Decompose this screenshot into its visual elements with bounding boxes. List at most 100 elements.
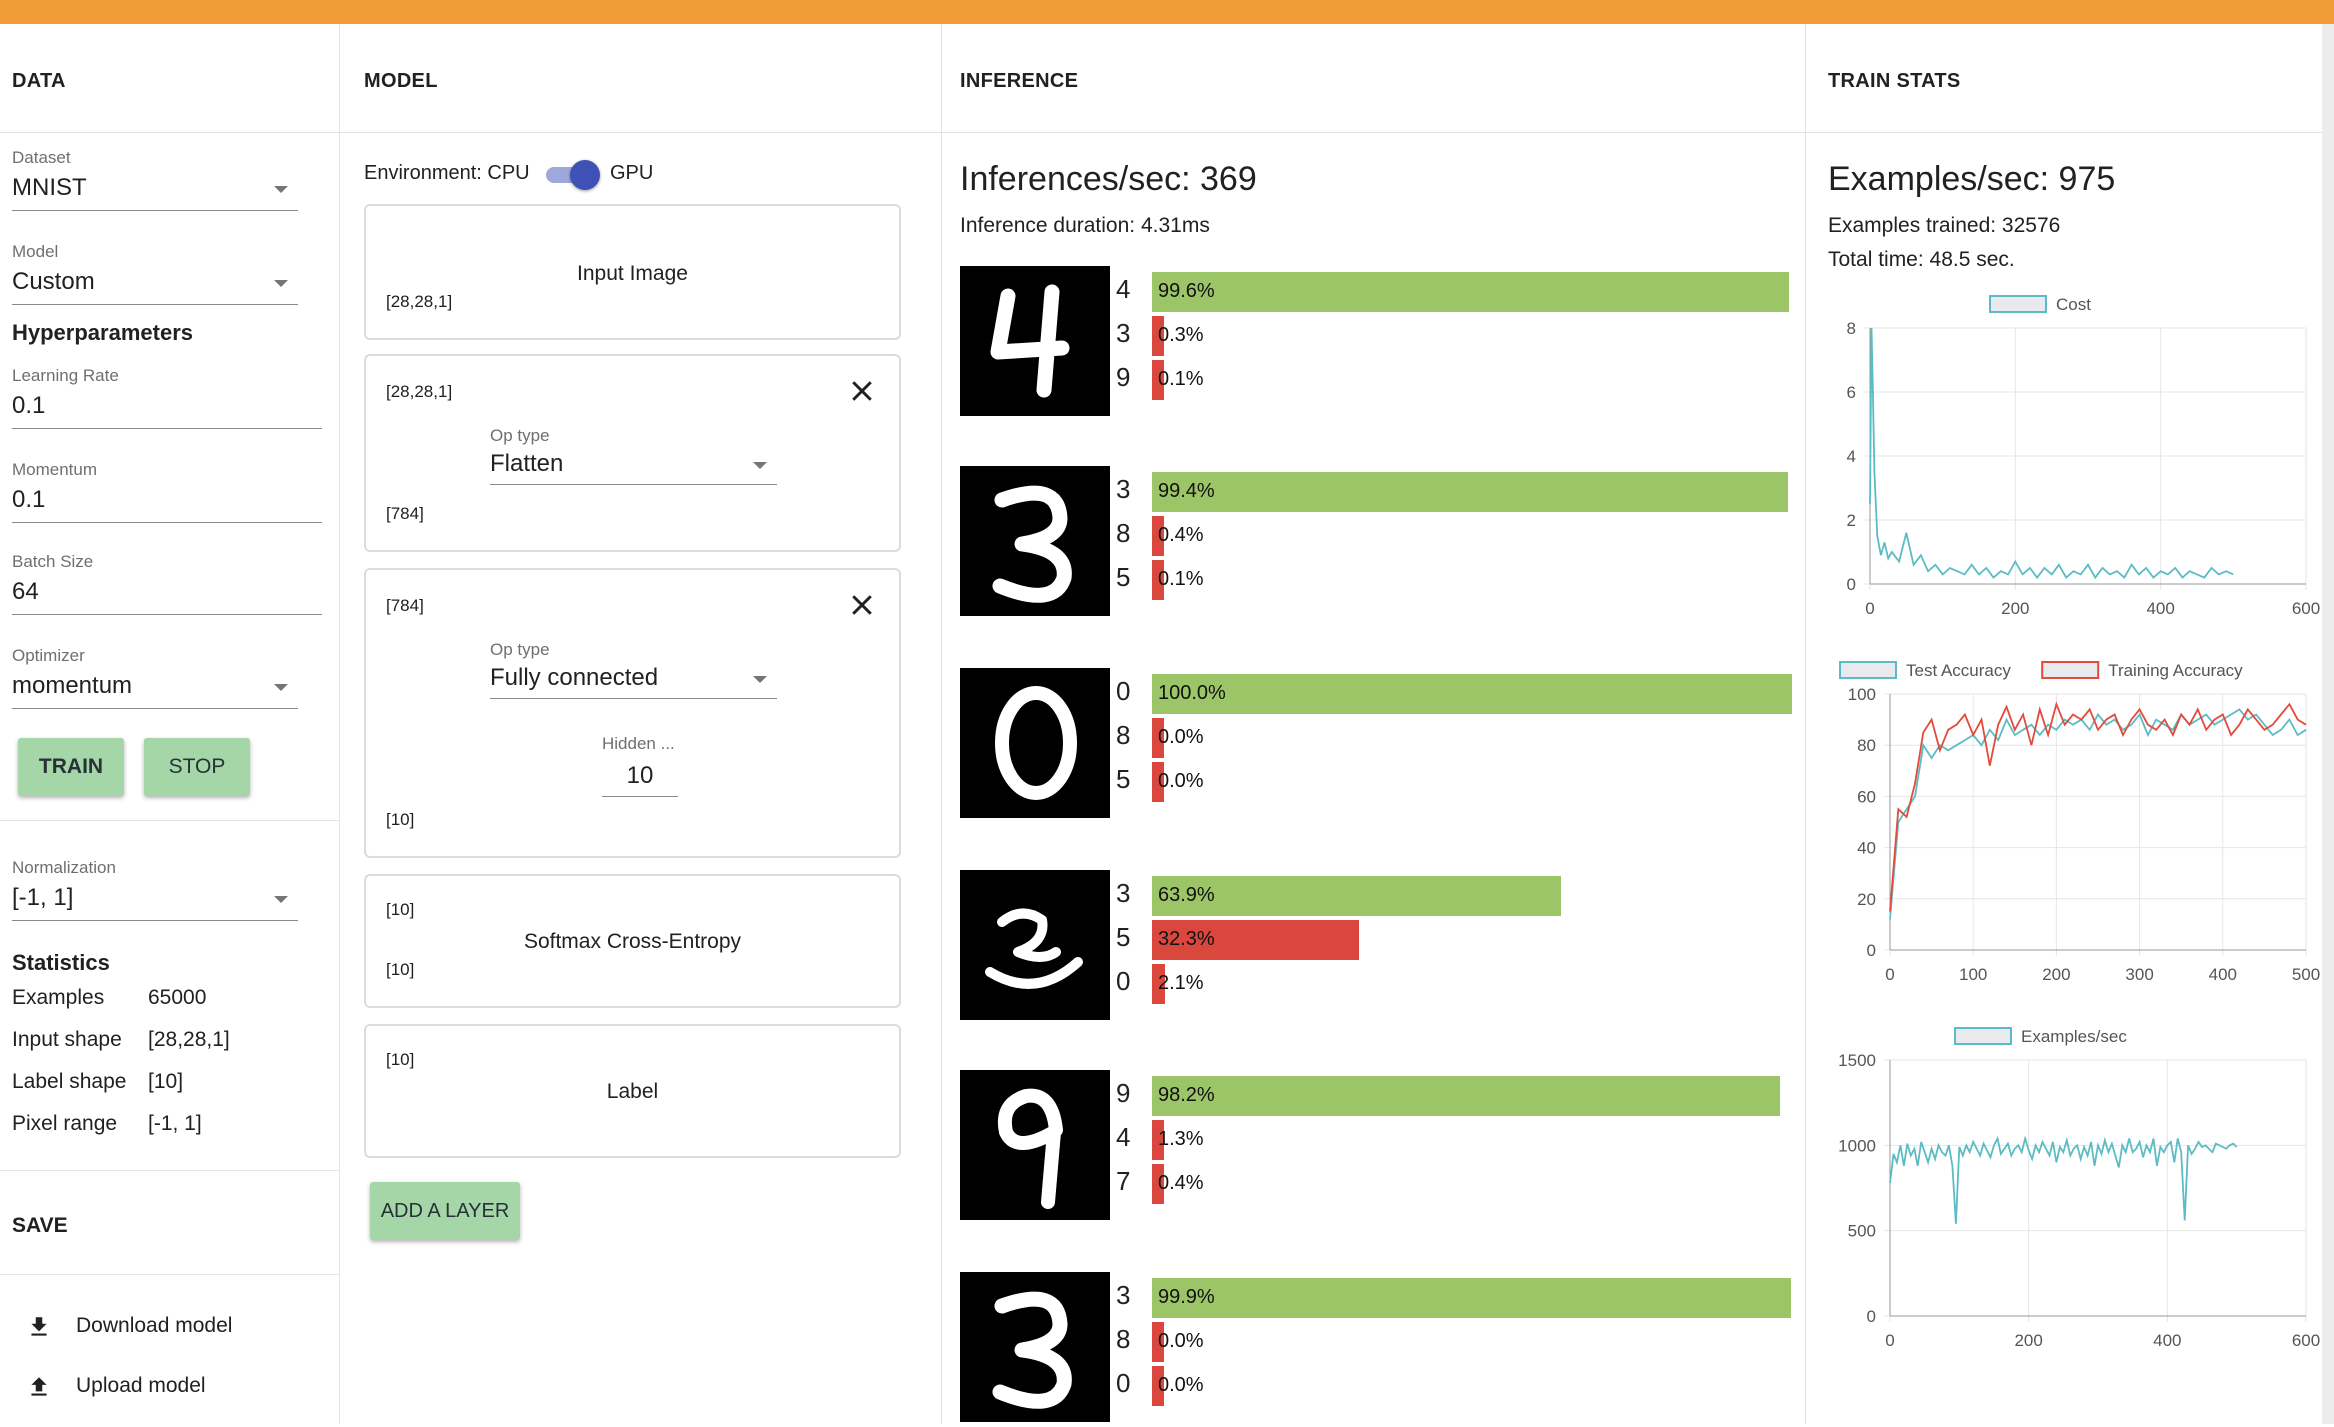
divider xyxy=(0,1274,339,1275)
add-layer-button[interactable]: ADD A LAYER xyxy=(370,1182,520,1240)
accuracy-chart: 0 100 200 300 400 500 0 20 40 60 80 100 Test Accurac… xyxy=(1839,661,2320,984)
prediction-label: 8 xyxy=(1116,720,1131,750)
probability-percent: 0.3% xyxy=(1158,324,1204,346)
x-tick-label: 400 xyxy=(2209,965,2237,984)
learning-rate-field[interactable]: Learning Rate 0.1 xyxy=(12,366,322,429)
stat-value: [-1, 1] xyxy=(148,1112,202,1135)
y-tick-label: 1000 xyxy=(1838,1136,1876,1155)
x-tick-label: 0 xyxy=(1885,1331,1894,1350)
x-tick-label: 100 xyxy=(1959,965,1987,984)
learning-rate-input[interactable]: 0.1 xyxy=(12,392,322,429)
stat-input-shape: Input shape [28,28,1] xyxy=(12,1028,230,1052)
model-title: MODEL xyxy=(364,70,438,92)
normalization-value[interactable]: [-1, 1] xyxy=(12,884,298,921)
y-tick-label: 8 xyxy=(1847,319,1856,338)
upload-icon xyxy=(31,1377,47,1396)
y-tick-label: 0 xyxy=(1867,1307,1876,1326)
dataset-value[interactable]: MNIST xyxy=(12,174,298,211)
stop-button[interactable]: STOP xyxy=(144,738,250,796)
digit-image xyxy=(960,870,1110,1020)
optimizer-select[interactable]: Optimizer momentum xyxy=(12,646,298,709)
series-line xyxy=(1889,701,2307,912)
momentum-input[interactable]: 0.1 xyxy=(12,486,322,523)
legend-swatch xyxy=(1954,1027,2012,1045)
learning-rate-label: Learning Rate xyxy=(12,366,119,385)
op-type-label: Op type xyxy=(490,640,550,659)
op-type-select[interactable]: Op type Flatten xyxy=(490,426,777,485)
close-icon[interactable] xyxy=(847,376,877,406)
legend-label: Cost xyxy=(2056,295,2091,314)
prediction-label: 8 xyxy=(1116,1324,1131,1354)
train-button[interactable]: TRAIN xyxy=(18,738,124,796)
y-tick-label: 0 xyxy=(1867,941,1876,960)
y-tick-label: 100 xyxy=(1848,685,1876,704)
download-model-button[interactable]: Download model xyxy=(26,1314,232,1346)
digit-image xyxy=(960,266,1110,416)
momentum-field[interactable]: Momentum 0.1 xyxy=(12,460,322,523)
examples-per-sec: Examples/sec: 975 xyxy=(1828,160,2116,198)
train-stats-header: TRAIN STATS xyxy=(1806,24,2322,133)
dataset-select[interactable]: Dataset MNIST xyxy=(12,148,298,211)
y-tick-label: 20 xyxy=(1857,890,1876,909)
hyperparameters-title: Hyperparameters xyxy=(12,320,193,345)
probability-percent: 0.1% xyxy=(1158,368,1204,390)
gpu-toggle[interactable] xyxy=(544,160,600,190)
model-select[interactable]: Model Custom xyxy=(12,242,298,305)
probability-bar xyxy=(1152,674,1792,714)
chevron-down-icon xyxy=(274,186,288,193)
upload-model-button[interactable]: Upload model xyxy=(26,1374,206,1406)
card-title: Softmax Cross-Entropy xyxy=(523,930,742,953)
toggle-thumb xyxy=(570,160,600,190)
probability-percent: 0.4% xyxy=(1158,524,1204,546)
save-title: SAVE xyxy=(12,1214,68,1237)
prediction-label: 9 xyxy=(1116,1078,1131,1108)
optimizer-value[interactable]: momentum xyxy=(12,672,298,709)
stat-value: [28,28,1] xyxy=(148,1028,230,1051)
probability-percent: 100.0% xyxy=(1158,682,1226,704)
op-type-select[interactable]: Op type Fully connected xyxy=(490,640,777,699)
stat-value: 65000 xyxy=(148,986,207,1009)
y-tick-label: 40 xyxy=(1857,839,1876,858)
prediction-label: 4 xyxy=(1116,1122,1131,1152)
x-tick-label: 600 xyxy=(2292,599,2320,618)
op-type-value[interactable]: Fully connected xyxy=(490,664,777,699)
y-tick-label: 1500 xyxy=(1838,1051,1876,1070)
digit-image xyxy=(960,1070,1110,1220)
card-title: Input Image xyxy=(577,262,688,285)
environment-label: Environment: CPU xyxy=(364,162,530,184)
chevron-down-icon xyxy=(753,676,767,683)
op-type-value-text: Flatten xyxy=(490,450,564,477)
batch-size-input[interactable]: 64 xyxy=(12,578,322,615)
stat-label: Label shape xyxy=(12,1070,127,1093)
fully-connected-layer-card: [784] Op type Fully connected Hidden ...… xyxy=(364,568,901,858)
normalization-select[interactable]: Normalization [-1, 1] xyxy=(12,858,298,921)
dataset-value-text: MNIST xyxy=(12,174,87,201)
prediction-label: 3 xyxy=(1116,318,1131,348)
input-shape: [28,28,1] xyxy=(386,382,453,401)
download-label: Download model xyxy=(76,1314,233,1337)
upload-label: Upload model xyxy=(76,1374,206,1397)
output-shape: [784] xyxy=(386,504,424,523)
series-line xyxy=(1869,327,2234,580)
probability-percent: 2.1% xyxy=(1158,972,1204,994)
examples-trained: Examples trained: 32576 xyxy=(1828,214,2061,237)
prediction-label: 5 xyxy=(1116,562,1131,592)
model-value[interactable]: Custom xyxy=(12,268,298,305)
batch-size-field[interactable]: Batch Size 64 xyxy=(12,552,322,615)
series-line xyxy=(1889,1135,2238,1224)
digit-image xyxy=(960,466,1110,616)
close-icon[interactable] xyxy=(847,590,877,620)
optimizer-value-text: momentum xyxy=(12,672,133,699)
data-title: DATA xyxy=(12,70,66,92)
window-scrollbar[interactable] xyxy=(2322,24,2334,1424)
download-icon xyxy=(31,1317,47,1336)
probability-percent: 99.9% xyxy=(1158,1286,1215,1308)
op-type-value[interactable]: Flatten xyxy=(490,450,777,485)
legend-label: Test Accuracy xyxy=(1906,661,2011,680)
hidden-units-input[interactable]: 10 xyxy=(602,762,678,797)
probability-percent: 1.3% xyxy=(1158,1128,1204,1150)
top-accent-bar xyxy=(0,0,2334,24)
x-tick-label: 300 xyxy=(2125,965,2153,984)
optimizer-label: Optimizer xyxy=(12,646,85,665)
dataset-label: Dataset xyxy=(12,148,71,167)
